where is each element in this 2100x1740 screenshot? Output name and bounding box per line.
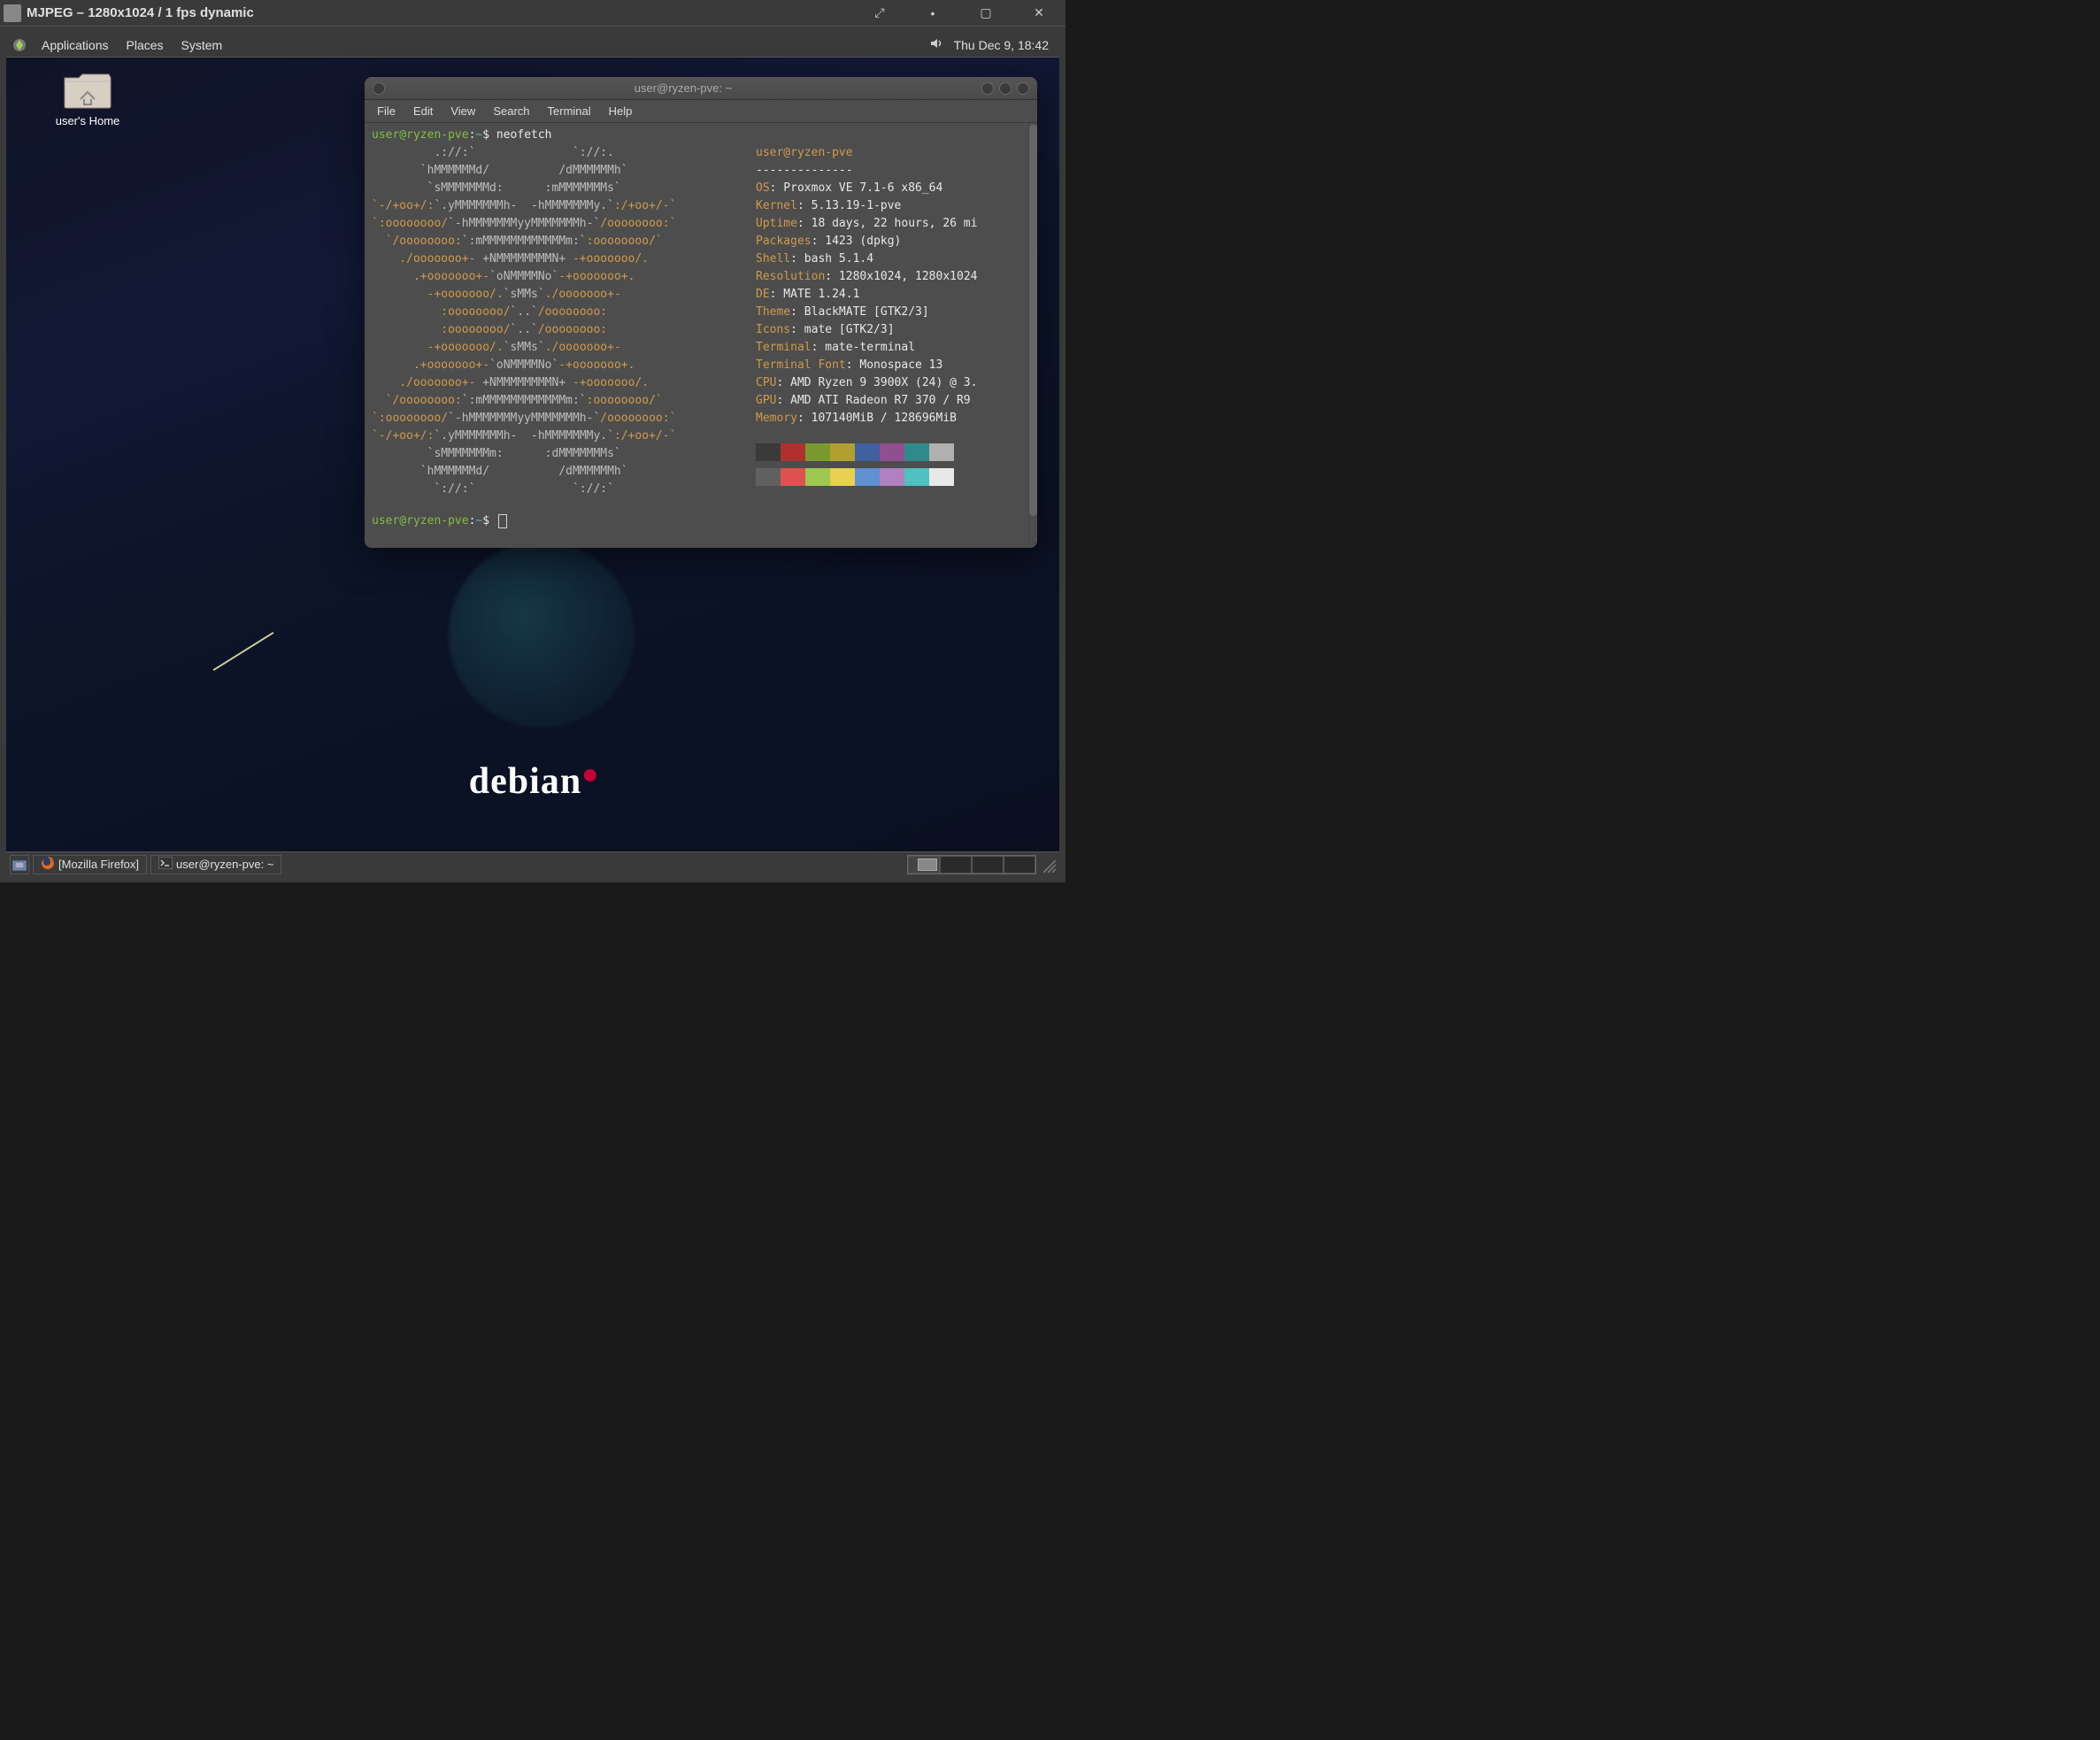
terminal-titlebar[interactable]: user@ryzen-pve: ~ bbox=[365, 77, 1037, 100]
neofetch-output: user@ryzen-pve:~$ neofetch .://:` `://:.… bbox=[372, 127, 1021, 530]
terminal-body[interactable]: user@ryzen-pve:~$ neofetch .://:` `://:.… bbox=[365, 123, 1028, 548]
resize-grip-icon bbox=[1040, 857, 1056, 873]
wallpaper-swirl bbox=[449, 542, 635, 728]
wallpaper-line bbox=[213, 632, 274, 671]
top-panel: Applications Places System Thu Dec 9, 18… bbox=[6, 33, 1059, 58]
home-icon-label: user's Home bbox=[43, 114, 132, 127]
expand-icon[interactable]: ⤢ bbox=[853, 0, 906, 27]
bottom-panel: [Mozilla Firefox] user@ryzen-pve: ~ bbox=[6, 851, 1059, 876]
terminal-window: user@ryzen-pve: ~ File Edit View Search … bbox=[365, 77, 1037, 548]
workspace-4[interactable] bbox=[1004, 856, 1035, 874]
debian-swirl-icon bbox=[584, 769, 596, 781]
search-menu[interactable]: Search bbox=[484, 104, 538, 118]
outer-window-titlebar: MJPEG – 1280x1024 / 1 fps dynamic ⤢ • ▢ … bbox=[0, 0, 1065, 27]
debian-logo-text: debian bbox=[469, 760, 581, 803]
mate-menu-icon[interactable] bbox=[12, 37, 27, 53]
minimize-circle-button[interactable] bbox=[981, 82, 994, 95]
terminal-icon bbox=[158, 857, 173, 872]
file-menu[interactable]: File bbox=[368, 104, 404, 118]
places-menu[interactable]: Places bbox=[118, 38, 173, 52]
taskbar-item-terminal[interactable]: user@ryzen-pve: ~ bbox=[150, 855, 281, 874]
help-menu[interactable]: Help bbox=[600, 104, 642, 118]
terminal-menu[interactable]: Terminal bbox=[539, 104, 600, 118]
maximize-button[interactable]: ▢ bbox=[959, 0, 1012, 27]
remote-desktop-viewport: Applications Places System Thu Dec 9, 18… bbox=[0, 27, 1065, 882]
workspace-1[interactable] bbox=[908, 856, 940, 874]
workspace-3[interactable] bbox=[972, 856, 1004, 874]
terminal-menubar: File Edit View Search Terminal Help bbox=[365, 100, 1037, 123]
sound-icon[interactable] bbox=[924, 36, 949, 53]
close-circle-button[interactable] bbox=[1017, 82, 1029, 95]
system-menu[interactable]: System bbox=[173, 38, 232, 52]
folder-home-icon bbox=[61, 68, 114, 111]
outer-window-title: MJPEG – 1280x1024 / 1 fps dynamic bbox=[27, 5, 853, 20]
minimize-button[interactable]: • bbox=[906, 0, 959, 27]
taskbar-item-firefox[interactable]: [Mozilla Firefox] bbox=[33, 855, 147, 874]
clock[interactable]: Thu Dec 9, 18:42 bbox=[949, 38, 1054, 52]
edit-menu[interactable]: Edit bbox=[404, 104, 442, 118]
debian-logo: debian bbox=[469, 760, 596, 803]
workspace-switcher[interactable] bbox=[907, 855, 1036, 874]
show-desktop-button[interactable] bbox=[10, 855, 29, 874]
close-button[interactable]: ✕ bbox=[1012, 0, 1065, 27]
terminal-title: user@ryzen-pve: ~ bbox=[388, 81, 979, 95]
firefox-icon bbox=[41, 856, 55, 873]
view-menu[interactable]: View bbox=[442, 104, 484, 118]
home-desktop-icon[interactable]: user's Home bbox=[43, 68, 132, 127]
desktop[interactable]: user's Home debian user@ryzen-pve: ~ Fil… bbox=[6, 58, 1059, 851]
window-menu-icon[interactable] bbox=[373, 82, 385, 95]
taskbar-item-label: user@ryzen-pve: ~ bbox=[176, 858, 273, 871]
scrollbar-thumb[interactable] bbox=[1029, 125, 1037, 516]
workspace-2[interactable] bbox=[940, 856, 972, 874]
applications-menu[interactable]: Applications bbox=[33, 38, 118, 52]
maximize-circle-button[interactable] bbox=[999, 82, 1012, 95]
taskbar-item-label: [Mozilla Firefox] bbox=[58, 858, 139, 871]
viewer-icon bbox=[4, 4, 21, 22]
terminal-scrollbar[interactable] bbox=[1028, 123, 1037, 548]
